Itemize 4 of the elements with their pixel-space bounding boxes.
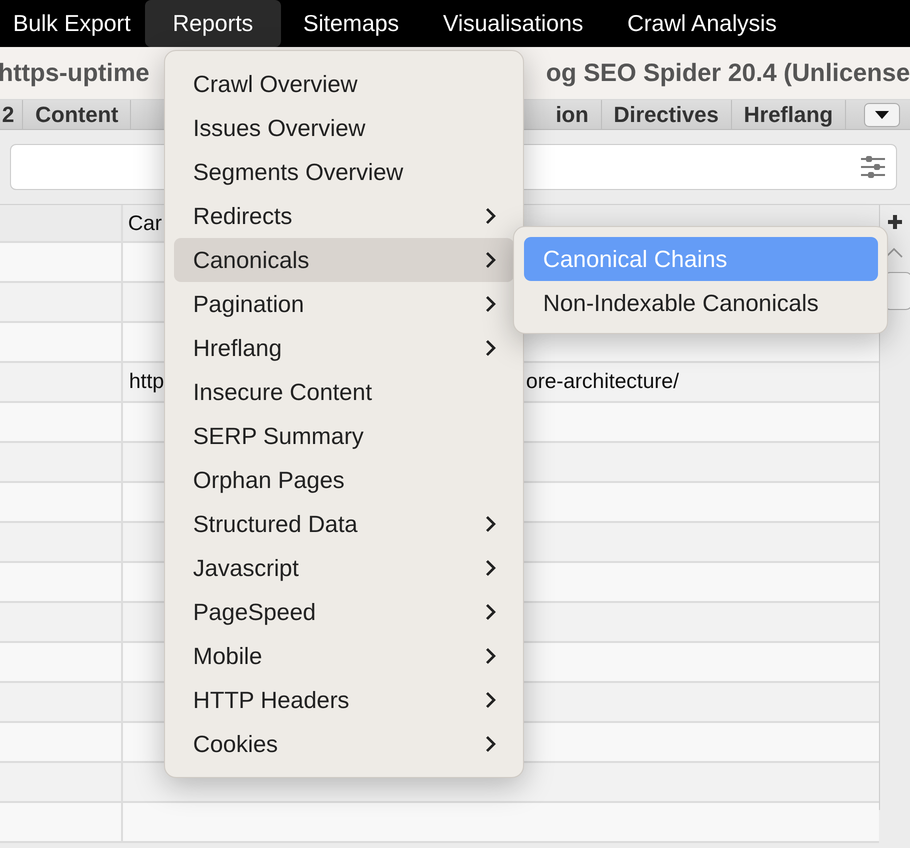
window-title: og SEO Spider 20.4 (Unlicense: [546, 58, 910, 88]
window-title: https-uptime: [0, 58, 150, 88]
cell-text: http: [128, 369, 164, 395]
cell-text: ore-architecture/: [526, 369, 679, 395]
